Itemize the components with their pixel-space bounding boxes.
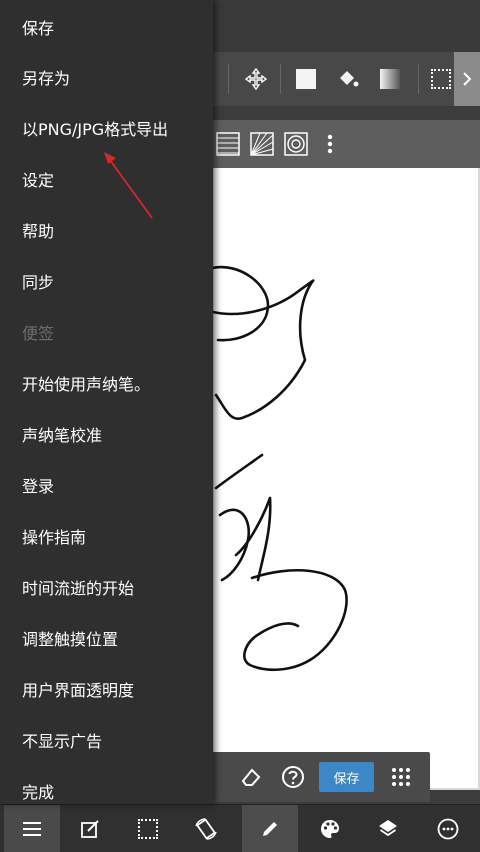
bottom-bar bbox=[0, 804, 480, 852]
menu-item-login[interactable]: 登录 bbox=[22, 465, 212, 505]
menu-item-save-as[interactable]: 另存为 bbox=[22, 57, 212, 97]
edit-icon[interactable] bbox=[62, 805, 118, 852]
menu-item-done[interactable]: 完成 bbox=[22, 771, 212, 811]
menu-item-sonar-pen-calibration[interactable]: 声纳笔校准 bbox=[22, 414, 212, 454]
more-icon[interactable] bbox=[420, 805, 476, 852]
menu-icon[interactable] bbox=[4, 805, 60, 852]
menu-item-settings[interactable]: 设定 bbox=[22, 159, 212, 199]
menu-item-start-sonar-pen[interactable]: 开始使用声纳笔。 bbox=[22, 363, 212, 403]
grid-icon[interactable] bbox=[388, 764, 414, 790]
navigation-drawer: 保存 另存为 以PNG/JPG格式导出 设定 帮助 同步 便签 开始使用声纳笔。… bbox=[0, 0, 213, 804]
menu-item-sync[interactable]: 同步 bbox=[22, 261, 212, 301]
rotate-icon[interactable] bbox=[178, 805, 234, 852]
save-button[interactable]: 保存 bbox=[319, 762, 374, 792]
menu-item-adjust-touch-position[interactable]: 调整触摸位置 bbox=[22, 618, 212, 658]
menu-item-operation-guide[interactable]: 操作指南 bbox=[22, 516, 212, 556]
eraser-icon[interactable] bbox=[238, 764, 264, 790]
layers-icon[interactable] bbox=[360, 805, 416, 852]
help-icon[interactable] bbox=[280, 764, 306, 790]
menu-item-ui-transparency[interactable]: 用户界面透明度 bbox=[22, 669, 212, 709]
menu-item-timelapse-start[interactable]: 时间流逝的开始 bbox=[22, 567, 212, 607]
menu-item-help[interactable]: 帮助 bbox=[22, 210, 212, 250]
pen-icon[interactable] bbox=[242, 805, 298, 852]
palette-icon[interactable] bbox=[302, 805, 358, 852]
menu-item-export-png-jpg[interactable]: 以PNG/JPG格式导出 bbox=[22, 108, 212, 148]
menu-item-notes: 便签 bbox=[22, 324, 55, 343]
menu-item-hide-ads[interactable]: 不显示广告 bbox=[22, 720, 212, 760]
selection-icon[interactable] bbox=[120, 805, 176, 852]
floating-toolbar bbox=[200, 752, 430, 802]
menu-item-save[interactable]: 保存 bbox=[22, 7, 212, 47]
